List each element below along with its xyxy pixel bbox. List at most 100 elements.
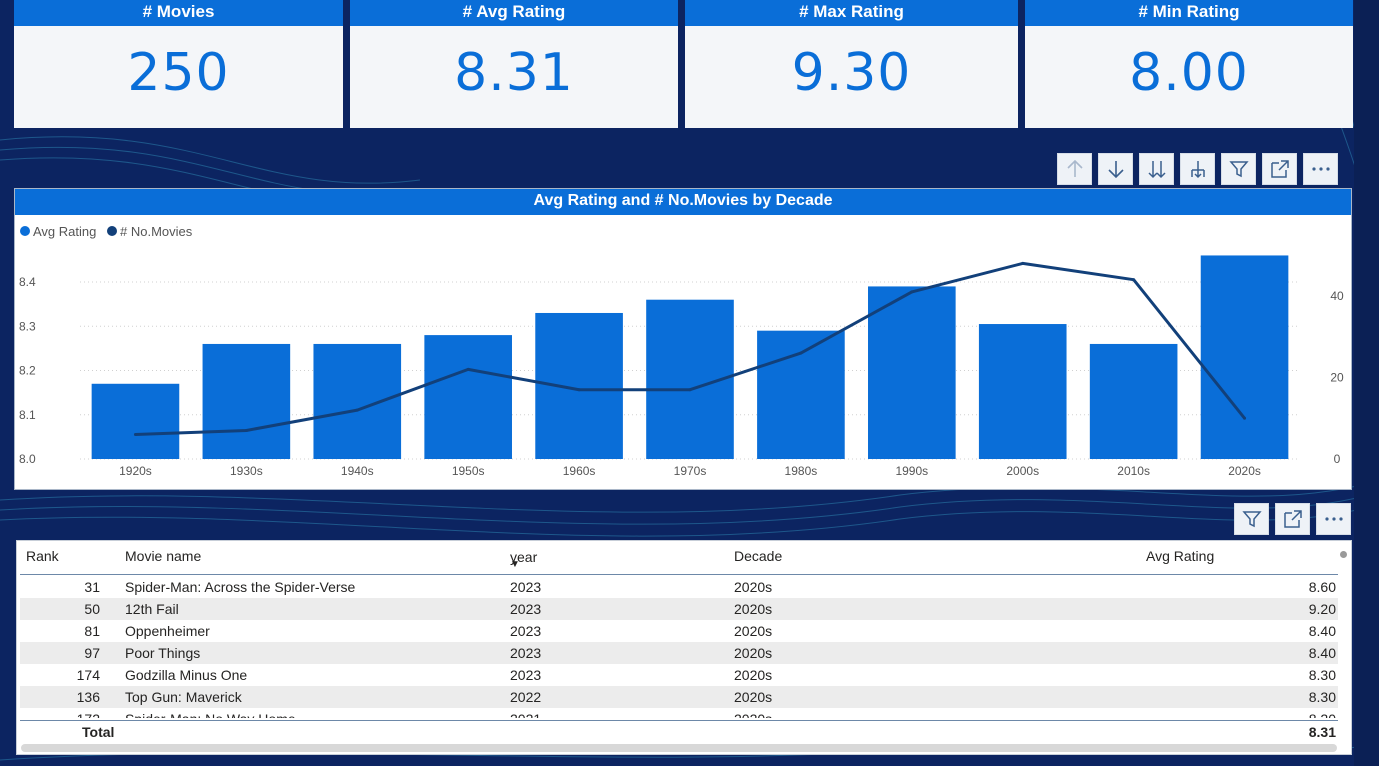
x-tick-label: 1960s [563, 464, 596, 478]
focus-mode-icon [1283, 510, 1302, 528]
vertical-scrollbar[interactable] [1340, 551, 1347, 741]
kpi-value: 8.31 [454, 43, 574, 103]
bar-2010s [1089, 343, 1178, 459]
bar-1990s [868, 286, 956, 459]
drill-up-button[interactable] [1057, 153, 1092, 185]
cell-year: 2023 [510, 601, 542, 617]
line-point-2000s [1021, 261, 1025, 265]
expand-hierarchy-button[interactable] [1180, 153, 1215, 185]
cell-movie-name: Oppenheimer [125, 623, 210, 639]
cell-avg-rating: 9.20 [1308, 601, 1336, 617]
table-row[interactable]: 136 Top Gun: Maverick 2022 2020s 8.30 [20, 686, 1338, 708]
expand-hierarchy-icon [1190, 161, 1205, 179]
chart-focus-button[interactable] [1262, 153, 1297, 185]
x-tick-label: 1980s [785, 464, 818, 478]
cell-decade: 2020s [734, 579, 773, 595]
table-filter-button[interactable] [1234, 503, 1269, 535]
bar-2020s [1200, 255, 1289, 459]
line-point-1960s [577, 388, 581, 392]
cell-movie-name: Spider-Man: Across the Spider-Verse [125, 579, 356, 595]
y-tick-left: 8.4 [19, 275, 36, 289]
chart-more-button[interactable] [1303, 153, 1338, 185]
cell-year: 2023 [510, 623, 542, 639]
y-tick-left: 8.2 [19, 364, 36, 378]
horizontal-scrollbar[interactable] [21, 744, 1337, 752]
x-tick-label: 1970s [674, 464, 707, 478]
cell-year: 2023 [510, 579, 542, 595]
kpi-value: 8.00 [1129, 43, 1249, 103]
cell-movie-name: Top Gun: Maverick [125, 689, 242, 705]
bar-1950s [424, 335, 512, 459]
next-level-button[interactable] [1139, 153, 1174, 185]
y-tick-left: 8.3 [19, 319, 36, 333]
table-row[interactable]: 31 Spider-Man: Across the Spider-Verse 202… [20, 576, 1338, 598]
table-row[interactable]: 172 Spider-Man: No Way Home 2021 2020s 8.20 [20, 708, 1338, 718]
cell-decade: 2020s [734, 689, 773, 705]
x-tick-label: 2000s [1006, 464, 1039, 478]
drill-down-icon [1107, 161, 1124, 179]
cell-year: 2021 [510, 711, 541, 718]
cell-movie-name: Spider-Man: No Way Home [125, 711, 296, 718]
cell-decade: 2020s [734, 645, 773, 661]
drill-down-button[interactable] [1098, 153, 1133, 185]
column-header-avg-rating[interactable]: Avg Rating [1146, 548, 1214, 564]
line-point-1970s [688, 388, 692, 392]
y-tick-left: 8.1 [19, 408, 36, 422]
x-tick-label: 1950s [452, 464, 485, 478]
filter-icon [1228, 161, 1249, 178]
line-point-1950s [466, 367, 470, 371]
total-label: Total [82, 724, 115, 740]
legend-swatch-avg-rating [20, 226, 30, 236]
x-tick-label: 1920s [119, 464, 152, 478]
cell-decade: 2020s [734, 623, 773, 639]
cell-avg-rating: 8.40 [1308, 623, 1336, 639]
chart-toolbar [1057, 153, 1338, 185]
kpi-card-min-rating[interactable]: # Min Rating 8.00 [1025, 0, 1353, 128]
table-row[interactable]: 174 Godzilla Minus One 2023 2020s 8.30 [20, 664, 1338, 686]
chart-filter-button[interactable] [1221, 153, 1256, 185]
legend-swatch-no-movies [107, 226, 117, 236]
line-point-1920s [133, 433, 137, 437]
line-point-1980s [799, 351, 803, 355]
cell-decade: 2020s [734, 667, 773, 683]
table-row[interactable]: 50 12th Fail 2023 2020s 9.20 [20, 598, 1338, 620]
cell-avg-rating: 8.40 [1308, 645, 1336, 661]
column-header-movie-name[interactable]: Movie name [125, 548, 201, 564]
column-header-decade[interactable]: Decade [734, 548, 782, 564]
x-tick-label: 1940s [341, 464, 374, 478]
cell-movie-name: Poor Things [125, 645, 201, 661]
bar-1960s [535, 312, 623, 459]
kpi-card-max-rating[interactable]: # Max Rating 9.30 [685, 0, 1018, 128]
kpi-value: 250 [127, 43, 230, 103]
table-toolbar [1234, 503, 1351, 535]
y-tick-right: 0 [1334, 452, 1341, 466]
cell-decade: 2020s [734, 711, 772, 718]
kpi-value: 9.30 [791, 43, 912, 103]
cell-avg-rating: 8.30 [1308, 667, 1336, 683]
line-point-1940s [355, 408, 359, 412]
column-header-rank[interactable]: Rank [26, 548, 59, 564]
filter-icon [1241, 511, 1262, 528]
x-tick-label: 1930s [230, 464, 263, 478]
cell-avg-rating: 8.20 [1309, 711, 1336, 718]
cell-rank: 172 [20, 711, 100, 718]
cell-rank: 136 [76, 689, 100, 705]
table-row[interactable]: 81 Oppenheimer 2023 2020s 8.40 [20, 620, 1338, 642]
legend-label-no-movies: # No.Movies [120, 224, 193, 239]
legend-label-avg-rating: Avg Rating [33, 224, 96, 239]
chart-panel[interactable]: Avg Rating and # No.Movies by Decade Avg… [14, 188, 1352, 490]
cell-rank: 97 [84, 645, 100, 661]
table-more-button[interactable] [1316, 503, 1351, 535]
drill-up-icon [1066, 159, 1083, 177]
cell-year: 2022 [510, 689, 542, 705]
bar-1980s [757, 330, 845, 459]
combo-chart: Avg Rating # No.Movies 8.0 8.1 8.2 8.3 8.4 0 20 4… [19, 224, 1344, 478]
kpi-card-movies[interactable]: # Movies 250 [14, 0, 343, 128]
table-row[interactable]: 97 Poor Things 2023 2020s 8.40 [20, 642, 1338, 664]
cell-movie-name: 12th Fail [125, 601, 179, 617]
sort-descending-icon: ▼ [510, 559, 520, 570]
table-focus-button[interactable] [1275, 503, 1310, 535]
cell-rank: 31 [84, 579, 100, 595]
movies-table[interactable]: Rank Movie name year ▼ Decade Avg Rating… [16, 540, 1352, 755]
kpi-card-avg-rating[interactable]: # Avg Rating 8.31 [350, 0, 678, 128]
